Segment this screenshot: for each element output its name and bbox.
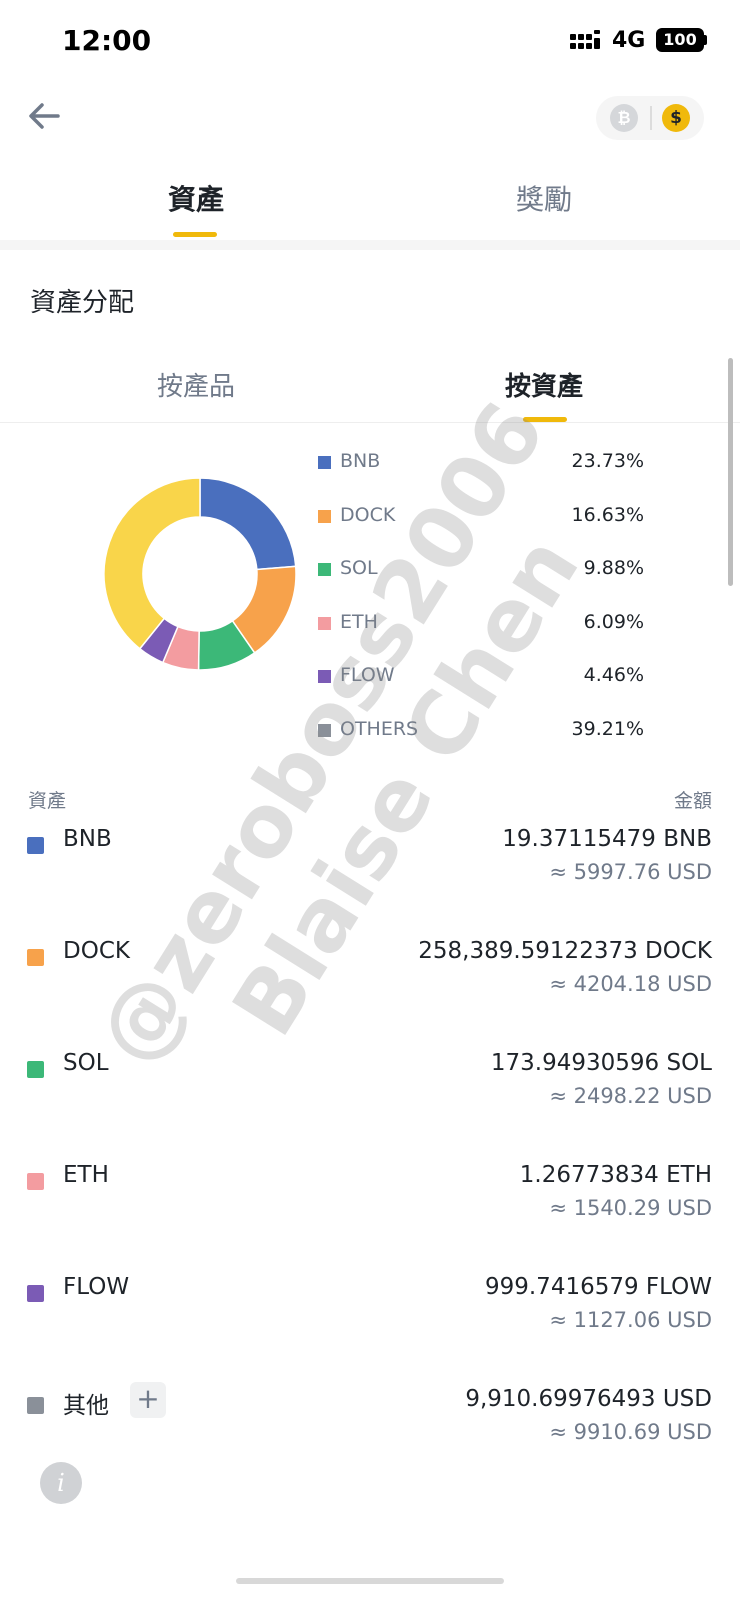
legend-percentage: 16.63% [571,503,644,526]
legend-percentage: 23.73% [571,450,644,472]
asset-row-dock[interactable]: DOCK 258,389.59122373 DOCK ≈ 4204.18 USD [0,938,740,1038]
legend-swatch [318,509,331,523]
legend-swatch [318,616,331,630]
legend-swatch [318,563,331,577]
legend-item-bnb: BNB 23.73% [318,448,644,502]
section-divider [0,240,740,250]
legend-label: ETH [340,610,378,633]
legend-swatch [318,670,331,684]
legend-percentage: 4.46% [583,664,644,687]
legend-swatch [318,456,331,469]
tab-by-asset[interactable]: 按資產 [454,366,634,403]
asset-usd-value: ≈ 1540.29 USD [549,1196,712,1220]
asset-row-eth[interactable]: ETH 1.26773834 ETH ≈ 1540.29 USD [0,1162,740,1262]
asset-amount: 173.94930596 SOL [490,1050,712,1076]
asset-amount: 258,389.59122373 DOCK [418,938,712,964]
asset-name: DOCK [63,938,130,964]
asset-row-flow[interactable]: FLOW 999.7416579 FLOW ≈ 1127.06 USD [0,1274,740,1374]
tab-assets[interactable]: 資產 [116,178,276,218]
asset-allocation-screen: 12:00 4G 100 ₿ $ 資產 獎勵 資產分配 按產品 按資產 BNB 2… [0,0,740,1602]
status-bar: 12:00 4G 100 [0,0,740,80]
dollar-icon[interactable]: $ [662,104,690,132]
asset-name: ETH [63,1162,109,1188]
list-header-amount: 金額 [673,790,712,812]
asset-amount: 19.37115479 BNB [502,826,712,852]
legend-label: DOCK [340,503,396,526]
battery-icon: 100 [656,28,704,52]
donut-slice-bnb [199,477,297,571]
asset-name: SOL [63,1050,109,1076]
allocation-donut-chart [103,477,297,671]
battery-level: 100 [663,30,697,49]
bitcoin-icon[interactable]: ₿ [610,104,638,132]
legend-percentage: 9.88% [583,557,644,580]
asset-color-swatch [27,949,44,966]
list-header-asset: 資產 [28,790,67,812]
legend-label: SOL [340,557,378,580]
network-label: 4G [612,28,646,53]
asset-color-swatch [27,1397,44,1414]
section-title: 資產分配 [30,288,135,318]
back-arrow-icon[interactable] [24,96,64,136]
asset-color-swatch [27,1173,44,1190]
asset-usd-value: ≈ 9910.69 USD [549,1420,712,1444]
toggle-divider [650,106,652,130]
legend-item-others: OTHERS 39.21% [318,716,644,770]
asset-color-swatch [27,1285,44,1302]
legend-label: OTHERS [340,717,419,740]
asset-usd-value: ≈ 2498.22 USD [549,1084,712,1108]
home-indicator [236,1578,504,1584]
legend-item-sol: SOL 9.88% [318,555,644,609]
asset-usd-value: ≈ 4204.18 USD [549,972,712,996]
asset-amount: 1.26773834 ETH [519,1162,712,1188]
legend-label: FLOW [340,664,395,687]
asset-color-swatch [27,837,44,854]
legend-item-flow: FLOW 4.46% [318,662,644,716]
chart-legend: BNB 23.73% DOCK 16.63% SOL 9.88% ETH 6.09% FLOW 4… [318,448,644,770]
legend-percentage: 6.09% [583,610,644,633]
asset-row-others[interactable]: 其他 + 9,910.69976493 USD ≈ 9910.69 USD [0,1382,740,1486]
asset-amount: 9,910.69976493 USD [465,1386,712,1412]
status-time: 12:00 [62,24,152,57]
scrollbar[interactable] [728,358,733,586]
asset-usd-value: ≈ 5997.76 USD [549,860,712,884]
signal-icon [570,30,602,52]
currency-toggle[interactable]: ₿ $ [596,96,704,140]
asset-row-sol[interactable]: SOL 173.94930596 SOL ≈ 2498.22 USD [0,1050,740,1150]
legend-item-eth: ETH 6.09% [318,609,644,663]
asset-color-swatch [27,1061,44,1078]
main-tab-indicator [173,232,217,237]
tab-rewards[interactable]: 獎勵 [464,178,624,218]
info-icon[interactable]: i [40,1462,82,1504]
legend-swatch [318,723,331,737]
asset-usd-value: ≈ 1127.06 USD [549,1308,712,1332]
asset-name: BNB [63,826,112,852]
legend-label: BNB [340,450,381,472]
tab-by-product[interactable]: 按產品 [106,366,286,403]
expand-others-button[interactable]: + [130,1382,166,1418]
legend-percentage: 39.21% [571,717,644,740]
battery-tip [704,35,707,45]
asset-row-bnb[interactable]: BNB 19.37115479 BNB ≈ 5997.76 USD [0,826,740,926]
donut-slice-others [103,477,201,650]
legend-item-dock: DOCK 16.63% [318,502,644,556]
asset-amount: 999.7416579 FLOW [484,1274,712,1300]
sub-tab-divider [0,422,740,423]
asset-name: FLOW [63,1274,130,1300]
asset-name: 其他 [63,1393,109,1419]
